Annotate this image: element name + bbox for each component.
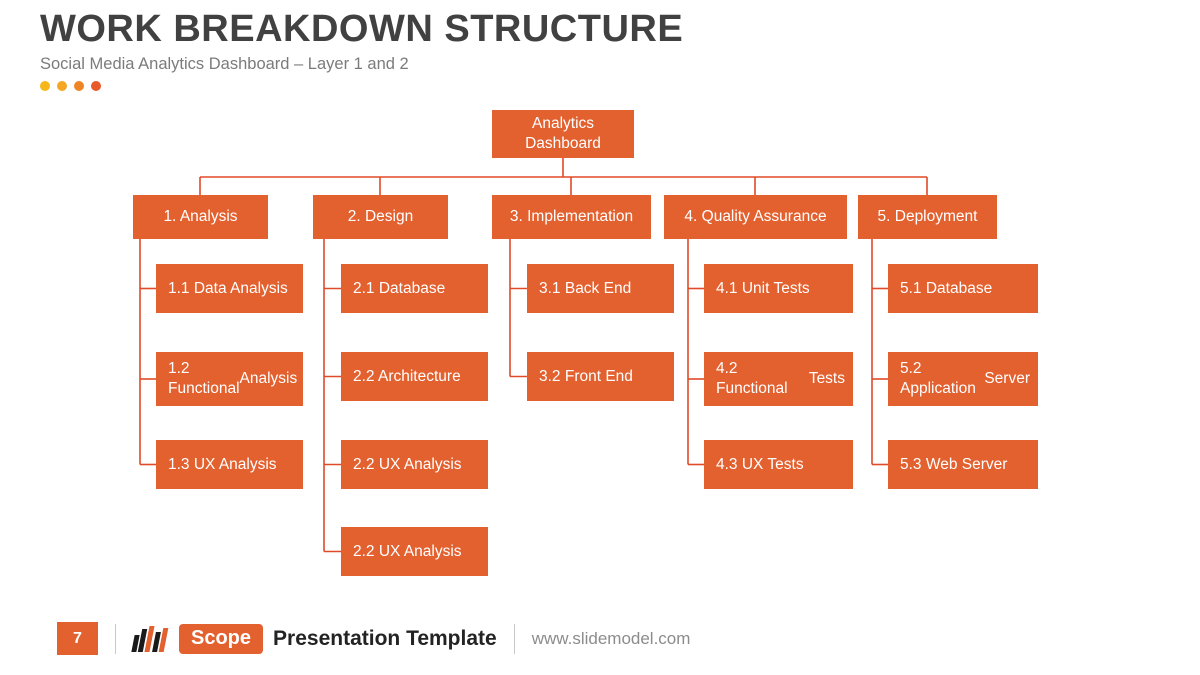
brand-logo-icon [131,625,169,652]
node-text-line: 2.2 Architecture [353,367,461,385]
node-text-line: 1. Analysis [163,208,238,226]
scope-badge: Scope [179,623,264,654]
node-text-line: Tests [808,370,845,388]
page-number-badge: 7 [57,622,98,655]
node-text-line: 4.3 UX Tests [716,455,804,473]
wbs-child-node-2-4[interactable]: 2.2 UX Analysis [341,527,488,576]
wbs-branch-node-5[interactable]: 5. Deployment [858,195,997,239]
footer-divider-right [513,623,515,654]
decorative-dot-2 [57,80,67,91]
node-text-line: 2.1 Database [353,279,446,297]
decorative-dot-3 [74,80,84,91]
node-text-line: 5.2 Application [900,360,976,397]
decorative-dot-1 [40,80,50,91]
wbs-child-node-3-1[interactable]: 3.1 Back End [527,264,674,313]
decorative-dot-row [40,80,683,91]
decorative-dot-4 [91,80,101,91]
node-text-line: Dashboard [525,135,601,152]
node-text-line: 5. Deployment [877,208,978,226]
website-url: www.slidemodel.com [531,628,691,648]
wbs-child-node-1-2[interactable]: 1.2 Functional Analysis [156,352,303,406]
node-text-line: 4.1 Unit Tests [716,279,810,297]
node-text-line: 5.1 Database [900,279,993,297]
wbs-branch-node-1[interactable]: 1. Analysis [133,195,268,239]
wbs-child-node-2-1[interactable]: 2.1 Database [341,264,488,313]
wbs-child-node-1-1[interactable]: 1.1 Data Analysis [156,264,303,313]
node-text-line: Analytics [531,115,595,133]
wbs-child-node-2-2[interactable]: 2.2 Architecture [341,352,488,401]
presentation-template-label: Presentation Template [273,626,497,650]
node-text-line: 2.2 UX Analysis [353,542,462,560]
node-text-line: 4. Quality Assurance [684,208,827,226]
wbs-child-node-4-2[interactable]: 4.2 Functional Tests [704,352,853,406]
wbs-child-node-5-1[interactable]: 5.1 Database [888,264,1038,313]
wbs-branch-node-3[interactable]: 3. Implementation [492,195,651,239]
node-text-line: 1.3 UX Analysis [168,455,277,473]
wbs-child-node-1-3[interactable]: 1.3 UX Analysis [156,440,303,489]
slide-footer: 7 Scope Presentation Template www.slidem… [0,600,1200,675]
wbs-child-node-5-2[interactable]: 5.2 Application Server [888,352,1038,406]
node-text-line: 3.1 Back End [539,279,632,297]
node-text-line: 4.2 Functional [716,360,788,397]
footer-divider-left [115,623,116,654]
wbs-child-node-4-3[interactable]: 4.3 UX Tests [704,440,853,489]
page-subtitle: Social Media Analytics Dashboard – Layer… [40,54,409,73]
node-text-line: 2.2 UX Analysis [353,455,462,473]
wbs-child-node-2-3[interactable]: 2.2 UX Analysis [341,440,488,489]
wbs-branch-node-4[interactable]: 4. Quality Assurance [664,195,847,239]
node-text-line: 5.3 Web Server [900,455,1008,473]
wbs-child-node-4-1[interactable]: 4.1 Unit Tests [704,264,853,313]
node-text-line: 1.2 Functional [168,360,240,397]
node-text-line: 3.2 Front End [539,367,633,385]
wbs-diagram: Analytics Dashboard 1. Analysis 1.1 Data An… [0,95,1200,600]
wbs-child-node-5-3[interactable]: 5.3 Web Server [888,440,1038,489]
wbs-root-node[interactable]: Analytics Dashboard [492,110,634,158]
connector-lines [139,158,928,553]
node-text-line: 2. Design [347,208,414,226]
node-text-line: 3. Implementation [509,208,634,226]
wbs-child-node-3-2[interactable]: 3.2 Front End [527,352,674,401]
slide-header: WORK BREAKDOWN STRUCTURE Social Media An… [40,8,683,91]
node-text-line: 1.1 Data Analysis [168,279,288,297]
page-title: WORK BREAKDOWN STRUCTURE [40,8,684,50]
node-text-line: Server [984,370,1030,388]
node-text-line: Analysis [239,370,298,388]
wbs-branch-node-2[interactable]: 2. Design [313,195,448,239]
